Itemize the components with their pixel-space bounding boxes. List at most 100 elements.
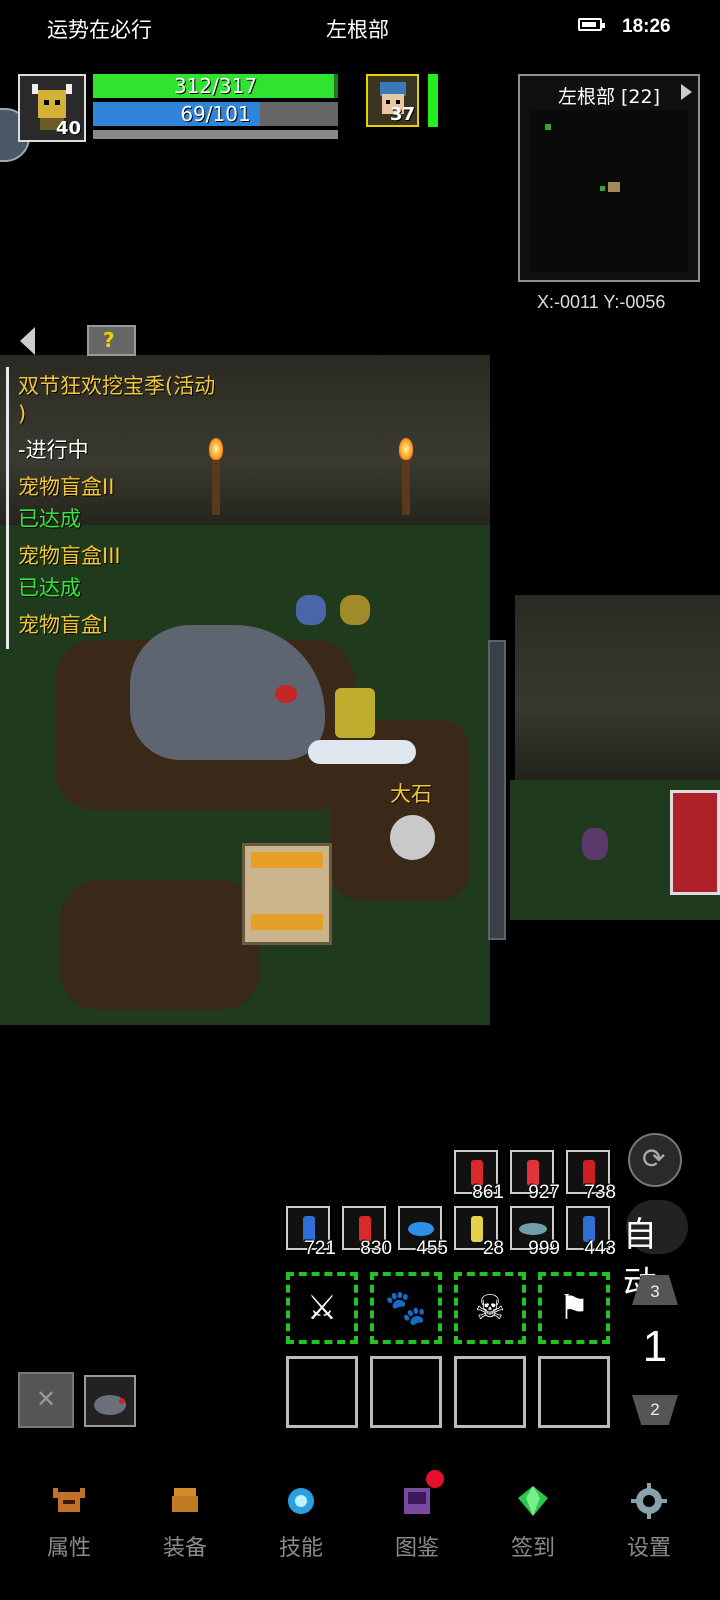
status-left-text: 运势在必行 [47, 18, 152, 42]
quest-line: ) [18, 402, 27, 426]
pet-marker-icon [608, 182, 620, 192]
quest-line: 宠物盲盒I [18, 613, 109, 637]
nav-label: 属性 [46, 1536, 91, 1561]
nav-settings[interactable]: 设置 [594, 1470, 704, 1580]
plant-icon [340, 595, 370, 625]
player-portrait[interactable]: 40 [18, 74, 86, 142]
skill-gem-icon [288, 1488, 314, 1514]
pet-name-label: 大石 [390, 782, 432, 806]
beast-skill-icon: 🐾 [384, 1288, 428, 1328]
nav-equipment[interactable]: 装备 [130, 1470, 240, 1580]
demon-skill-icon: ☠ [474, 1288, 506, 1328]
player-character[interactable] [335, 688, 375, 738]
skill-slot-3[interactable]: ☠ [454, 1272, 526, 1344]
nav-label: 装备 [162, 1536, 207, 1561]
rat-icon [94, 1395, 126, 1415]
skill-slot-1[interactable]: ⚔ [286, 1272, 358, 1344]
dirt-patch [60, 880, 260, 1010]
coordinates-readout: X:-0011 Y:-0056 [537, 292, 666, 312]
nav-attributes[interactable]: 属性 [14, 1470, 124, 1580]
enemy-eye-icon [275, 685, 297, 703]
nav-skills[interactable]: 技能 [246, 1470, 356, 1580]
xp-bar [93, 130, 338, 139]
hp-bar: 312/317 [93, 74, 338, 98]
skill-slot-2[interactable]: 🐾 [370, 1272, 442, 1344]
bottom-navigation: 属性 装备 技能 图鉴 签到 设置 [0, 1470, 720, 1600]
consumable-slot[interactable]: 455 [398, 1206, 448, 1259]
flame-icon [399, 438, 413, 460]
question-icon: ? [103, 328, 115, 352]
consumable-slot[interactable]: 861 [454, 1150, 504, 1203]
skill-page-down-number: 2 [650, 1400, 660, 1419]
book-icon [404, 1488, 430, 1514]
quest-line: 已达成 [18, 576, 81, 600]
quest-line: 双节狂欢挖宝季(活动 [18, 374, 216, 398]
plant-icon [296, 595, 326, 625]
consumable-slot[interactable]: 28 [454, 1206, 504, 1259]
pet-hp-bar [428, 74, 438, 127]
item-count: 443 [584, 1238, 616, 1259]
locked-slot[interactable]: ✕ [18, 1372, 74, 1428]
nav-label: 图鉴 [394, 1536, 439, 1561]
npc-marker-icon [600, 186, 605, 191]
item-count: 738 [584, 1182, 616, 1203]
item-count: 28 [482, 1238, 504, 1259]
nav-checkin[interactable]: 签到 [478, 1470, 588, 1580]
minimap[interactable]: 左根部 [22] [518, 74, 700, 282]
item-count: 861 [472, 1182, 504, 1203]
consumable-slot[interactable]: 443 [566, 1206, 616, 1259]
empty-skill-slot[interactable] [286, 1356, 358, 1428]
quest-line: 宠物盲盒II [18, 475, 115, 499]
armor-icon [172, 1488, 198, 1512]
helmet-icon [53, 1488, 85, 1512]
empty-skill-slot[interactable] [370, 1356, 442, 1428]
pet-character[interactable] [390, 815, 435, 860]
consumable-slot[interactable]: 830 [342, 1206, 392, 1259]
empty-skill-slot[interactable] [538, 1356, 610, 1428]
clock: 18:26 [622, 16, 671, 37]
refresh-button[interactable]: ⟳ [628, 1133, 682, 1187]
blue-fish-icon [408, 1222, 434, 1236]
consumable-slot[interactable]: 721 [286, 1206, 336, 1259]
minimap-area [530, 110, 688, 272]
empty-skill-slot[interactable] [454, 1356, 526, 1428]
quest-line: 宠物盲盒III [18, 544, 121, 568]
status-bar: 运势在必行 左根部 18:26 [0, 0, 720, 58]
nav-label: 签到 [510, 1536, 555, 1561]
pet-summon-slot[interactable] [84, 1375, 136, 1427]
fish-icon [519, 1223, 547, 1235]
locked-icon: ✕ [36, 1385, 57, 1413]
player-weapon-icon [308, 740, 416, 764]
quest-collapse-arrow-icon[interactable] [20, 327, 35, 355]
treasure-chest[interactable] [242, 843, 332, 945]
item-count: 927 [528, 1182, 560, 1203]
item-count: 721 [304, 1238, 336, 1259]
minimap-expand-icon[interactable] [681, 84, 692, 100]
skill-page-up-number: 3 [650, 1282, 660, 1301]
pet-portrait[interactable]: 37 [366, 74, 419, 127]
gate[interactable] [488, 640, 506, 940]
knight-skill-icon: ⚑ [558, 1288, 590, 1328]
location-title: 左根部 [326, 18, 389, 42]
hp-text: 312/317 [173, 74, 258, 98]
nav-codex[interactable]: 图鉴 [362, 1470, 472, 1580]
minimap-markers [545, 124, 620, 192]
quest-help-button[interactable]: ? [87, 325, 136, 356]
consumable-slot[interactable]: 927 [510, 1150, 560, 1203]
item-count: 455 [416, 1238, 448, 1259]
emerald-icon [518, 1486, 548, 1516]
nav-label: 技能 [278, 1536, 323, 1561]
skill-slot-4[interactable]: ⚑ [538, 1272, 610, 1344]
refresh-icon: ⟳ [642, 1142, 666, 1175]
auto-button[interactable]: 自动 [623, 1200, 688, 1304]
quest-line: 已达成 [18, 507, 81, 531]
torch-icon [402, 460, 410, 515]
quest-log[interactable]: 双节狂欢挖宝季(活动 ) -进行中 宠物盲盒II 已达成 宠物盲盒III 已达成… [6, 367, 244, 649]
red-treasure-chest[interactable] [670, 790, 720, 895]
consumable-slot[interactable]: 999 [510, 1206, 560, 1259]
consumable-slot[interactable]: 738 [566, 1150, 616, 1203]
nav-label: 设置 [626, 1536, 671, 1561]
player-marker-icon [545, 124, 551, 130]
item-count: 830 [360, 1238, 392, 1259]
cave-wall-right [515, 595, 720, 780]
